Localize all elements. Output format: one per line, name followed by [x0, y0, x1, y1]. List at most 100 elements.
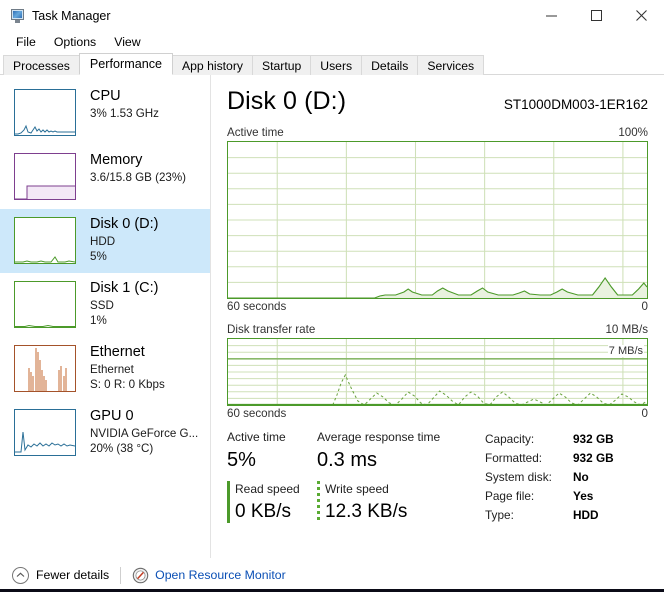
menu-item-view[interactable]: View	[106, 33, 148, 51]
info-key: Capacity:	[485, 432, 535, 446]
sidebar-item-label: Disk 1 (C:)	[90, 280, 159, 296]
window-controls	[529, 0, 664, 31]
transfer-rate-label: Disk transfer rate	[227, 323, 316, 336]
sidebar-item-sub2: 20% (38 °C)	[90, 442, 154, 455]
device-model: ST1000DM003-1ER162	[503, 97, 648, 112]
transfer-rate-scale-mark: 7 MB/s	[607, 345, 644, 357]
fewer-details-button[interactable]: Fewer details	[12, 566, 110, 584]
sidebar-item-gpu-0[interactable]: GPU 0 NVIDIA GeForce G... 20% (38 °C)	[0, 401, 210, 465]
sidebar-item-sub1: NVIDIA GeForce G...	[90, 427, 199, 440]
active-time-graph-header: Active time 100%	[227, 126, 648, 139]
stat-response-time-value: 0.3 ms	[317, 449, 378, 471]
sidebar-item-sub2: 1%	[90, 314, 107, 327]
stat-response-time: Average response time 0.3 ms	[317, 429, 477, 474]
sidebar-item-label: Memory	[90, 152, 143, 168]
sidebar-item-sub2: 5%	[90, 250, 107, 263]
write-speed-legend-bar	[317, 481, 320, 523]
active-time-graph-footer: 60 seconds 0	[227, 300, 648, 313]
stats-right-column: Capacity: 932 GB Formatted: 932 GB Syste…	[485, 429, 648, 525]
info-key: System disk:	[485, 470, 552, 484]
stat-active-time-value: 5%	[227, 449, 256, 471]
content-area: CPU 3% 1.53 GHz Memory 3.6/15.8 GB (23%)	[0, 75, 664, 558]
tab-services[interactable]: Services	[417, 55, 485, 75]
window-title: Task Manager	[32, 8, 111, 23]
info-row-formatted: Formatted: 932 GB	[485, 449, 648, 468]
fewer-details-label: Fewer details	[36, 568, 110, 582]
info-key: Page file:	[485, 489, 535, 503]
stats-area: Active time 5% Average response time 0.3…	[227, 429, 648, 525]
info-row-page-file: Page file: Yes	[485, 487, 648, 506]
info-key: Type:	[485, 508, 514, 522]
sidebar-item-sub1: Ethernet	[90, 363, 134, 376]
active-time-label: Active time	[227, 126, 284, 139]
info-value: 932 GB	[573, 451, 614, 465]
tab-app-history[interactable]: App history	[172, 55, 253, 75]
page-title: Disk 0 (D:)	[227, 87, 347, 115]
sidebar-item-label: GPU 0	[90, 408, 134, 424]
stat-write-speed-value: 12.3 KB/s	[325, 501, 408, 522]
task-manager-window: Task Manager File Options View Processes…	[0, 0, 664, 592]
transfer-rate-graph[interactable]: 7 MB/s	[227, 338, 648, 406]
tab-processes[interactable]: Processes	[3, 55, 80, 75]
open-resource-monitor-label: Open Resource Monitor	[155, 568, 286, 582]
task-manager-icon	[9, 8, 25, 24]
chevron-up-icon	[12, 566, 29, 584]
info-row-system-disk: System disk: No	[485, 468, 648, 487]
stat-read-speed-label: Read speed	[235, 482, 300, 496]
sidebar-item-label: CPU	[90, 88, 121, 104]
tab-startup[interactable]: Startup	[251, 55, 312, 75]
performance-sidebar: CPU 3% 1.53 GHz Memory 3.6/15.8 GB (23%)	[0, 75, 211, 558]
info-value: Yes	[573, 489, 594, 503]
active-time-graph[interactable]	[227, 141, 648, 299]
sidebar-item-sub1: 3.6/15.8 GB (23%)	[90, 171, 187, 184]
info-key: Formatted:	[485, 451, 543, 465]
cpu-thumbnail-graph	[14, 89, 76, 136]
maximize-button[interactable]	[574, 0, 619, 31]
detail-header: Disk 0 (D:) ST1000DM003-1ER162	[227, 87, 648, 116]
sidebar-item-ethernet[interactable]: Ethernet Ethernet S: 0 R: 0 Kbps	[0, 337, 210, 401]
stat-write-speed-label: Write speed	[325, 482, 389, 496]
info-row-type: Type: HDD	[485, 506, 648, 525]
minimize-button[interactable]	[529, 0, 574, 31]
sidebar-item-disk-0[interactable]: Disk 0 (D:) HDD 5%	[0, 209, 210, 273]
stat-read-speed: Read speed 0 KB/s	[227, 480, 317, 525]
info-value: HDD	[573, 508, 599, 522]
transfer-rate-max: 10 MB/s	[605, 323, 648, 336]
open-resource-monitor-link[interactable]: Open Resource Monitor	[132, 567, 286, 584]
active-time-min: 0	[641, 300, 648, 313]
footer-separator	[120, 566, 122, 584]
tab-users[interactable]: Users	[310, 55, 363, 75]
sidebar-item-label: Ethernet	[90, 344, 145, 360]
stat-response-time-label: Average response time	[317, 430, 441, 444]
footer-bar: Fewer details Open Resource Monitor	[0, 558, 664, 592]
stat-read-speed-value: 0 KB/s	[235, 501, 291, 522]
sidebar-item-sub1: 3% 1.53 GHz	[90, 107, 159, 120]
info-value: 932 GB	[573, 432, 614, 446]
tab-strip: Processes Performance App history Startu…	[0, 53, 664, 75]
menu-item-options[interactable]: Options	[46, 33, 104, 51]
read-speed-legend-bar	[227, 481, 230, 523]
gpu-thumbnail-graph	[14, 409, 76, 456]
menu-item-file[interactable]: File	[8, 33, 44, 51]
sidebar-item-label: Disk 0 (D:)	[90, 216, 159, 232]
menu-bar: File Options View	[0, 31, 664, 53]
sidebar-item-cpu[interactable]: CPU 3% 1.53 GHz	[0, 81, 210, 145]
ethernet-thumbnail-graph	[14, 345, 76, 392]
active-time-timespan: 60 seconds	[227, 300, 287, 313]
tab-performance[interactable]: Performance	[78, 53, 174, 75]
transfer-rate-graph-footer: 60 seconds 0	[227, 407, 648, 420]
disk1-thumbnail-graph	[14, 281, 76, 328]
disk0-thumbnail-graph	[14, 217, 76, 264]
memory-thumbnail-graph	[14, 153, 76, 200]
sidebar-item-disk-1[interactable]: Disk 1 (C:) SSD 1%	[0, 273, 210, 337]
stat-write-speed: Write speed 12.3 KB/s	[317, 480, 477, 525]
close-button[interactable]	[619, 0, 664, 31]
transfer-rate-timespan: 60 seconds	[227, 407, 287, 420]
stats-left-column: Active time 5% Average response time 0.3…	[227, 429, 485, 525]
info-row-capacity: Capacity: 932 GB	[485, 430, 648, 449]
sidebar-item-memory[interactable]: Memory 3.6/15.8 GB (23%)	[0, 145, 210, 209]
sidebar-item-sub1: SSD	[90, 299, 114, 312]
sidebar-item-sub2: S: 0 R: 0 Kbps	[90, 378, 165, 391]
tab-details[interactable]: Details	[361, 55, 419, 75]
active-time-max: 100%	[618, 126, 648, 139]
